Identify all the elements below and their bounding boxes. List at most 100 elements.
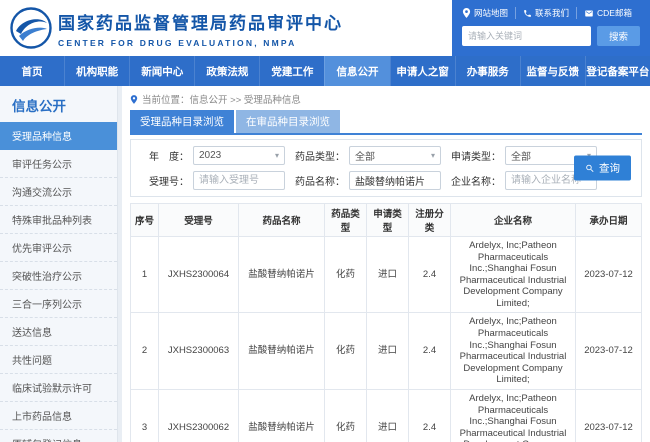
table-cell: 2.4 — [409, 237, 451, 313]
sidebar-item-accepted-varieties[interactable]: 受理品种信息 — [0, 122, 117, 150]
sidebar-title: 信息公开 — [0, 86, 117, 122]
location-icon — [462, 8, 471, 18]
cde-mail-link[interactable]: CDE邮箱 — [577, 7, 639, 19]
sidebar-item-common-issues[interactable]: 共性问题 — [0, 346, 117, 374]
nav-item-news-center[interactable]: 新闻中心 — [129, 56, 194, 86]
year-select[interactable]: 2023 ▾ — [193, 146, 285, 165]
table-cell: 2.4 — [409, 313, 451, 389]
sidebar-item-excipients-registration[interactable]: 原辅包登记信息 — [0, 430, 117, 442]
sidebar-item-marketed-drugs[interactable]: 上市药品信息 — [0, 402, 117, 430]
breadcrumb-text: 当前位置：信息公开 >> 受理品种信息 — [142, 92, 301, 106]
table-row: 1 JXHS2300064 盐酸替纳帕诺片 化药 进口 2.4 Ardelyx,… — [131, 237, 642, 313]
chevron-down-icon: ▾ — [275, 151, 279, 160]
table-cell: JXHS2300062 — [159, 389, 239, 442]
sidebar-item-review-tasks[interactable]: 审评任务公示 — [0, 150, 117, 178]
table-cell: JXHS2300064 — [159, 237, 239, 313]
cde-mail-label: CDE邮箱 — [597, 7, 632, 19]
table-cell: 盐酸替纳帕诺片 — [239, 313, 325, 389]
table-cell: 化药 — [325, 237, 367, 313]
table-row: 2 JXHS2300063 盐酸替纳帕诺片 化药 进口 2.4 Ardelyx,… — [131, 313, 642, 389]
column-header-drug-name: 药品名称 — [239, 204, 325, 237]
nav-item-party-building[interactable]: 党建工作 — [259, 56, 324, 86]
drug-type-group: 药品类型： 全部 ▾ — [293, 146, 441, 165]
sidebar-item-priority-review[interactable]: 优先审评公示 — [0, 234, 117, 262]
table-header-row: 序号 受理号 药品名称 药品类型 申请类型 注册分类 企业名称 承办日期 — [131, 204, 642, 237]
phone-icon — [523, 9, 532, 18]
nav-item-supervision-feedback[interactable]: 监督与反馈 — [520, 56, 585, 86]
nav-item-info-disclosure[interactable]: 信息公开 — [324, 56, 389, 86]
sidebar-item-breakthrough-therapy[interactable]: 突破性治疗公示 — [0, 262, 117, 290]
column-header-date: 承办日期 — [576, 204, 642, 237]
table-cell: 3 — [131, 389, 159, 442]
table-cell: 2023-07-12 — [576, 389, 642, 442]
drug-name-group: 药品名称： — [293, 171, 441, 190]
table-cell: 2023-07-12 — [576, 237, 642, 313]
sidebar-item-clinical-trial-license[interactable]: 临床试验默示许可 — [0, 374, 117, 402]
sidebar-item-special-approval-list[interactable]: 特殊审批品种列表 — [0, 206, 117, 234]
location-icon — [130, 95, 138, 104]
table-cell: 进口 — [367, 313, 409, 389]
results-table: 序号 受理号 药品名称 药品类型 申请类型 注册分类 企业名称 承办日期 1 J… — [130, 203, 642, 442]
nmpa-logo — [10, 7, 52, 49]
page-body: 信息公开 受理品种信息 审评任务公示 沟通交流公示 特殊审批品种列表 优先审评公… — [0, 86, 650, 442]
tab-accepted-catalog[interactable]: 受理品种目录浏览 — [130, 110, 234, 133]
query-button-label: 查询 — [599, 161, 620, 176]
contact-label: 联系我们 — [535, 7, 569, 19]
year-select-value: 2023 — [199, 150, 221, 161]
site-search: 搜索 — [462, 26, 640, 46]
column-header-apply-type: 申请类型 — [367, 204, 409, 237]
table-row: 3 JXHS2300062 盐酸替纳帕诺片 化药 进口 2.4 Ardelyx,… — [131, 389, 642, 442]
query-button[interactable]: 查询 — [574, 156, 631, 181]
content: 当前位置：信息公开 >> 受理品种信息 受理品种目录浏览 在审品种目录浏览 年 … — [122, 86, 650, 442]
site-search-button[interactable]: 搜索 — [597, 26, 640, 46]
table-cell: 2.4 — [409, 389, 451, 442]
year-label: 年 度： — [137, 148, 189, 163]
table-cell: Ardelyx, Inc;Patheon Pharmaceuticals Inc… — [451, 313, 576, 389]
nav-item-services[interactable]: 办事服务 — [455, 56, 520, 86]
site-search-input[interactable] — [462, 26, 591, 46]
apply-type-select-value: 全部 — [511, 148, 531, 163]
drug-name-input[interactable] — [349, 171, 441, 190]
nav-item-applicant-window[interactable]: 申请人之窗 — [390, 56, 455, 86]
site-title-cn: 国家药品监督管理局药品审评中心 — [58, 9, 343, 34]
sidebar-item-three-in-one[interactable]: 三合一序列公示 — [0, 290, 117, 318]
quick-links: 网站地图 联系我们 CDE邮箱 — [462, 7, 640, 19]
site-map-label: 网站地图 — [474, 7, 508, 19]
nav-item-registration-platform[interactable]: 登记备案平台 — [585, 56, 650, 86]
sidebar-item-delivery-info[interactable]: 送达信息 — [0, 318, 117, 346]
column-header-accept-no: 受理号 — [159, 204, 239, 237]
drug-type-select-value: 全部 — [355, 148, 375, 163]
table-cell: 进口 — [367, 237, 409, 313]
filter-row-2: 受理号： 药品名称： 企业名称： — [137, 171, 577, 190]
table-cell: 2023-07-12 — [576, 313, 642, 389]
page: 国家药品监督管理局药品审评中心 CENTER FOR DRUG EVALUATI… — [0, 0, 650, 442]
drug-type-label: 药品类型： — [293, 148, 345, 163]
accept-no-input[interactable] — [193, 171, 285, 190]
table-cell: 盐酸替纳帕诺片 — [239, 389, 325, 442]
contact-link[interactable]: 联系我们 — [516, 7, 577, 19]
table-cell: 2 — [131, 313, 159, 389]
table-cell: Ardelyx, Inc;Patheon Pharmaceuticals Inc… — [451, 237, 576, 313]
mail-icon — [584, 9, 594, 18]
table-cell: 进口 — [367, 389, 409, 442]
column-header-company: 企业名称 — [451, 204, 576, 237]
site-title-en: CENTER FOR DRUG EVALUATION, NMPA — [58, 38, 343, 48]
nav-item-org-functions[interactable]: 机构职能 — [64, 56, 129, 86]
apply-type-label: 申请类型： — [449, 148, 501, 163]
nav-item-policies[interactable]: 政策法规 — [194, 56, 259, 86]
breadcrumb: 当前位置：信息公开 >> 受理品种信息 — [130, 90, 642, 108]
table-cell: 化药 — [325, 313, 367, 389]
year-group: 年 度： 2023 ▾ — [137, 146, 285, 165]
header-utility-panel: 网站地图 联系我们 CDE邮箱 搜索 — [452, 0, 650, 56]
drug-type-select[interactable]: 全部 ▾ — [349, 146, 441, 165]
filter-row-1: 年 度： 2023 ▾ 药品类型： 全部 ▾ 申 — [137, 146, 577, 165]
site-map-link[interactable]: 网站地图 — [462, 7, 516, 19]
company-label: 企业名称： — [449, 173, 501, 188]
sidebar-item-communication[interactable]: 沟通交流公示 — [0, 178, 117, 206]
table-cell: 1 — [131, 237, 159, 313]
nav-item-home[interactable]: 首页 — [0, 56, 64, 86]
table-cell: JXHS2300063 — [159, 313, 239, 389]
table-cell: Ardelyx, Inc;Patheon Pharmaceuticals Inc… — [451, 389, 576, 442]
column-header-reg-class: 注册分类 — [409, 204, 451, 237]
tab-under-review-catalog[interactable]: 在审品种目录浏览 — [236, 110, 340, 133]
